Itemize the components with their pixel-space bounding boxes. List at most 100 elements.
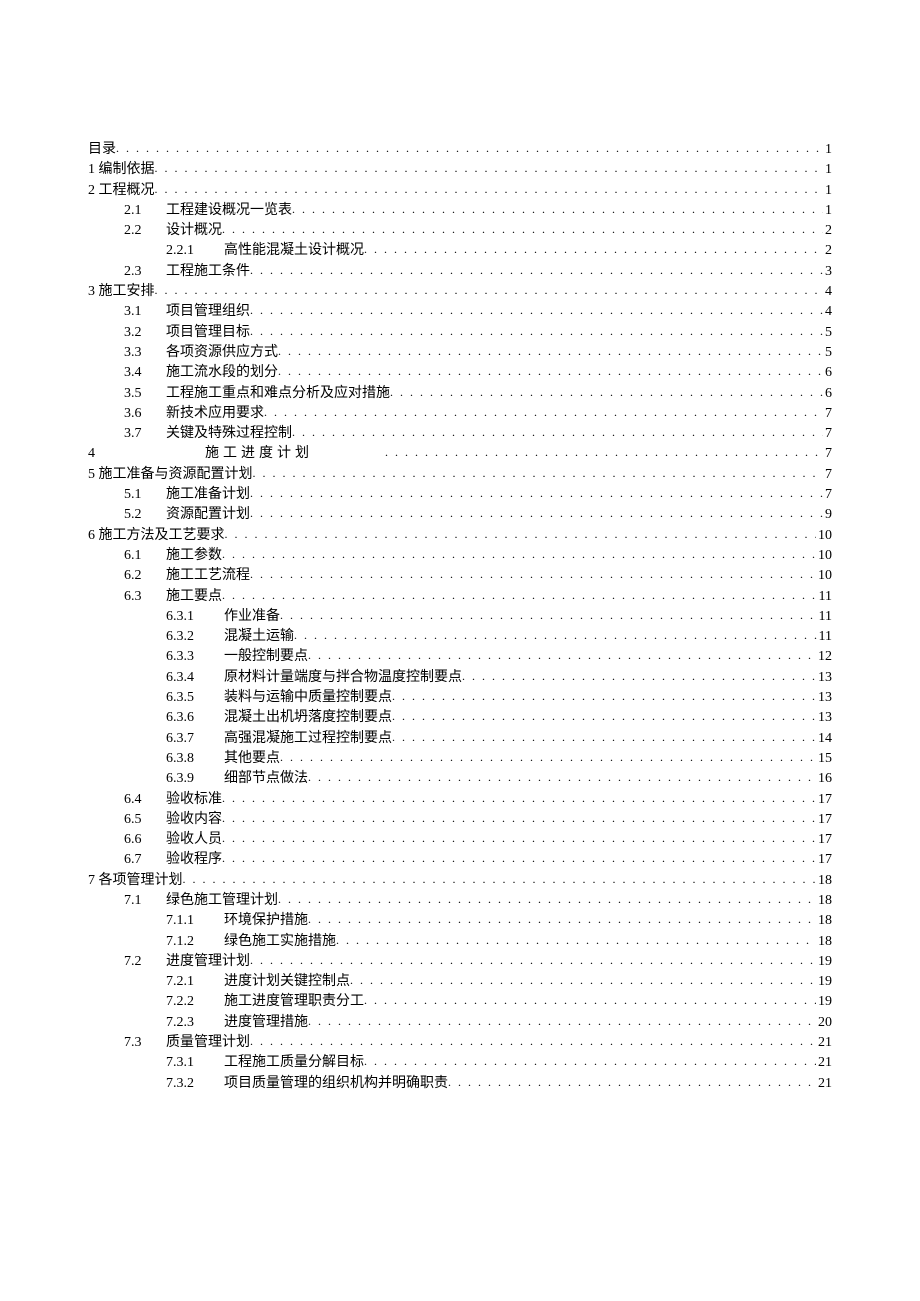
toc-entry-label: 6.7验收程序	[124, 850, 222, 870]
toc-entry-title: 设计概况	[166, 223, 222, 238]
toc-entry-title: 细部节点做法	[224, 771, 308, 786]
toc-entry-label: 2.1工程建设概况一览表	[124, 201, 292, 221]
toc-entry: 3.4施工流水段的划分6	[88, 363, 832, 383]
toc-entry: 3.1项目管理组织4	[88, 302, 832, 322]
toc-entry-number: 7.1	[124, 891, 166, 911]
toc-entry: 2.2设计概况 2	[88, 221, 832, 241]
toc-entry: 6.3.7高强混凝施工过程控制要点14	[88, 729, 832, 749]
toc-entry: 6.3.2混凝土运输11	[88, 627, 832, 647]
toc-entry-title: 施工参数	[166, 548, 222, 563]
toc-entry-page: 1	[823, 181, 832, 201]
toc-entry-page: 10	[816, 566, 832, 586]
toc-entry-title: 环境保护措施	[224, 913, 308, 928]
toc-entry: 1 编制依据1	[88, 160, 832, 180]
toc-entry-number: 6.5	[124, 810, 166, 830]
toc-leader-dots	[350, 972, 816, 989]
toc-entry-page: 10	[816, 526, 832, 546]
toc-entry-label: 7.1.1环境保护措施	[166, 911, 308, 931]
toc-entry: 6.3.8其他要点15	[88, 749, 832, 769]
toc-entry-page: 4	[823, 302, 832, 322]
toc-entry-number: 6.6	[124, 830, 166, 850]
toc-entry: 7.3质量管理计划21	[88, 1033, 832, 1053]
toc-entry-title: 作业准备	[224, 609, 280, 624]
toc-entry: 3 施工安排4	[88, 282, 832, 302]
toc-entry-title: 7 各项管理计划	[88, 873, 183, 888]
toc-leader-dots	[385, 444, 823, 461]
toc-entry-number: 2.2	[124, 221, 166, 241]
toc-leader-dots	[448, 1074, 816, 1091]
toc-entry: 3.2项目管理目标5	[88, 323, 832, 343]
toc-entry-page: 1	[823, 201, 832, 221]
toc-entry-label: 7.1绿色施工管理计划	[124, 891, 278, 911]
toc-leader-dots	[222, 790, 816, 807]
toc-entry-page: 15	[816, 749, 832, 769]
toc-entry-label: 7.2.3进度管理措施	[166, 1013, 308, 1033]
toc-entry: 6.7验收程序 17	[88, 850, 832, 870]
toc-entry-title: 其他要点	[224, 751, 280, 766]
toc-entry-label: 7.2进度管理计划	[124, 952, 250, 972]
toc-leader-dots	[155, 181, 824, 198]
toc-entry-title: 原材料计量端度与拌合物温度控制要点	[224, 670, 462, 685]
toc-entry-label: 3 施工安排	[88, 282, 155, 302]
toc-entry-title: 绿色施工实施措施	[224, 934, 336, 949]
toc-entry-label: 3.2项目管理目标	[124, 323, 250, 343]
toc-entry-page: 2	[823, 221, 832, 241]
toc-entry-page: 17	[816, 850, 832, 870]
toc-leader-dots	[225, 526, 817, 543]
toc-entry-title: 混凝土运输	[224, 629, 294, 644]
toc-entry: 6.3.9细部节点做法16	[88, 769, 832, 789]
toc-entry-page: 7	[823, 485, 832, 505]
toc-entry-title: 混凝土出机坍落度控制要点	[224, 710, 392, 725]
toc-entry-label: 5 施工准备与资源配置计划	[88, 465, 253, 485]
toc-leader-dots	[222, 221, 823, 238]
toc-entry-label: 6.3.6混凝土出机坍落度控制要点	[166, 708, 392, 728]
toc-entry-label: 6 施工方法及工艺要求	[88, 526, 225, 546]
toc-leader-dots	[250, 505, 823, 522]
toc-leader-dots	[183, 871, 817, 888]
toc-entry-label: 6.5验收内容	[124, 810, 222, 830]
toc-entry-label: 3.5工程施工重点和难点分析及应对措施	[124, 384, 390, 404]
toc-entry-title: 验收标准	[166, 792, 222, 807]
toc-entry-number: 5.1	[124, 485, 166, 505]
toc-leader-dots	[155, 160, 824, 177]
toc-entry-title: 施工进度管理职责分工	[224, 994, 364, 1009]
toc-entry-label: 6.3.5装料与运输中质量控制要点	[166, 688, 392, 708]
toc-entry-page: 11	[817, 607, 832, 627]
toc-entry: 6.3.4原材料计量端度与拌合物温度控制要点13	[88, 668, 832, 688]
toc-entry-title: 施工进度计划	[95, 444, 385, 464]
toc-entry-page: 18	[816, 891, 832, 911]
toc-entry: 3.6新技术应用要求7	[88, 404, 832, 424]
toc-leader-dots	[364, 992, 816, 1009]
toc-entry-title: 绿色施工管理计划	[166, 893, 278, 908]
toc-entry-number: 7.3	[124, 1033, 166, 1053]
toc-entry-number: 7.2	[124, 952, 166, 972]
toc-leader-dots	[278, 363, 823, 380]
toc-entry-label: 6.4验收标准	[124, 790, 222, 810]
toc-list: 目录11 编制依据12 工程概况12.1工程建设概况一览表12.2设计概况22.…	[88, 140, 832, 1094]
toc-entry-page: 19	[816, 952, 832, 972]
toc-entry-number: 6.3.9	[166, 769, 224, 789]
toc-entry-page: 1	[823, 140, 832, 160]
toc-entry-page: 18	[816, 911, 832, 931]
toc-entry-number: 5.2	[124, 505, 166, 525]
toc-leader-dots	[222, 587, 817, 604]
toc-entry-page: 13	[816, 668, 832, 688]
toc-entry-title: 质量管理计划	[166, 1035, 250, 1050]
toc-entry-label: 6.3.1作业准备	[166, 607, 280, 627]
toc-entry-number: 6.3	[124, 587, 166, 607]
toc-entry-number: 6.2	[124, 566, 166, 586]
toc-entry-label: 3.4施工流水段的划分	[124, 363, 278, 383]
toc-entry: 2.1工程建设概况一览表 1	[88, 201, 832, 221]
toc-entry-page: 7	[823, 444, 832, 464]
toc-entry: 6.3施工要点11	[88, 587, 832, 607]
toc-entry-page: 12	[816, 647, 832, 667]
toc-leader-dots	[392, 688, 816, 705]
toc-entry-page: 10	[816, 546, 832, 566]
toc-entry-title: 项目管理目标	[166, 325, 250, 340]
toc-entry-title: 项目管理组织	[166, 304, 250, 319]
toc-entry-number: 6.3.3	[166, 647, 224, 667]
toc-entry-title: 进度计划关键控制点	[224, 974, 350, 989]
toc-entry: 7.2.3进度管理措施20	[88, 1013, 832, 1033]
toc-entry-number: 3.6	[124, 404, 166, 424]
toc-leader-dots	[336, 932, 816, 949]
